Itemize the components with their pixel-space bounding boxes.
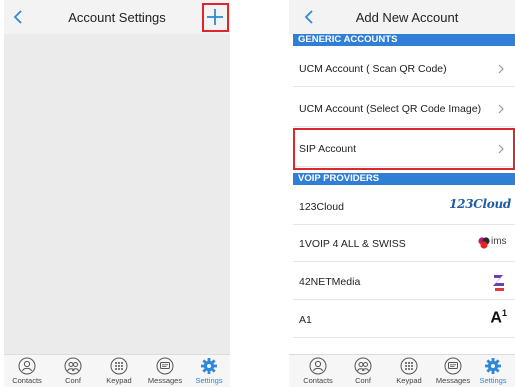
tab-label: Settings: [479, 376, 507, 385]
list-item-provider-a1[interactable]: A1 A1: [293, 302, 515, 338]
tab-settings[interactable]: Settings: [471, 357, 515, 387]
tab-messages[interactable]: Messages: [143, 357, 187, 387]
tab-messages[interactable]: Messages: [431, 357, 475, 387]
section-header-generic-accounts: GENERIC ACCOUNTS: [293, 34, 515, 46]
header: Add New Account: [289, 0, 515, 34]
keypad-icon: [110, 357, 128, 375]
page-title: Add New Account: [355, 10, 459, 25]
42netmedia-logo: [493, 275, 504, 291]
highlight-box: [293, 128, 515, 170]
highlight-box: [202, 3, 229, 32]
tab-contacts[interactable]: Contacts: [5, 357, 49, 387]
chevron-right-icon: [498, 104, 504, 114]
ims-logo: ims: [477, 235, 511, 257]
ims-mark-icon: [478, 237, 490, 249]
section-header-voip-providers: VOIP PROVIDERS: [293, 173, 515, 185]
tab-label: Messages: [435, 376, 471, 385]
conference-icon: [64, 357, 82, 375]
messages-icon: [444, 357, 462, 375]
tab-contacts[interactable]: Contacts: [296, 357, 340, 387]
tab-label: Contacts: [12, 376, 42, 385]
contacts-icon: [18, 357, 36, 375]
tab-bar: Contacts Conf Keypad Messages Settings: [4, 354, 230, 387]
tab-keypad[interactable]: Keypad: [97, 357, 141, 387]
keypad-icon: [400, 357, 418, 375]
gear-icon: [201, 358, 217, 374]
list-item-label: A1: [299, 314, 312, 326]
tab-label: Conf: [355, 376, 371, 385]
123cloud-logo: 123Cloud: [449, 197, 511, 211]
add-new-account-screen: Add New Account GENERIC ACCOUNTS UCM Acc…: [289, 0, 515, 387]
header: Account Settings: [4, 0, 230, 34]
a1-logo: A1: [490, 308, 507, 330]
list-item-ucm-scan-qr[interactable]: UCM Account ( Scan QR Code): [293, 51, 515, 87]
list-item-provider-123cloud[interactable]: 123Cloud 123Cloud: [293, 189, 515, 225]
tab-conf[interactable]: Conf: [341, 357, 385, 387]
list-item-label: UCM Account ( Scan QR Code): [299, 63, 447, 75]
chevron-right-icon: [498, 64, 504, 74]
list-item-ucm-select-qr-image[interactable]: UCM Account (Select QR Code Image): [293, 91, 515, 127]
ims-logo-text: ims: [491, 236, 507, 247]
list-item-label: UCM Account (Select QR Code Image): [299, 103, 482, 115]
messages-icon: [156, 357, 174, 375]
list-item-label: 123Cloud: [299, 201, 344, 213]
a1-logo-superscript: 1: [501, 308, 507, 318]
tab-label: Keypad: [396, 376, 422, 385]
tab-label: Keypad: [106, 376, 132, 385]
account-settings-screen: Account Settings Contacts Conf Keypad Me…: [4, 0, 230, 387]
tab-conf[interactable]: Conf: [51, 357, 95, 387]
tab-bar: Contacts Conf Keypad Messages Settings: [289, 354, 515, 387]
list-item-provider-42netmedia[interactable]: 42NETMedia: [293, 264, 515, 300]
tab-label: Conf: [65, 376, 81, 385]
list-item-label: 1VOIP 4 ALL & SWISS: [299, 238, 406, 250]
contacts-icon: [309, 357, 327, 375]
tab-label: Settings: [195, 376, 223, 385]
tab-settings[interactable]: Settings: [187, 357, 230, 387]
tab-label: Contacts: [303, 376, 333, 385]
page-title: Account Settings: [68, 10, 166, 25]
list-item-label: 42NETMedia: [299, 276, 361, 288]
tab-keypad[interactable]: Keypad: [387, 357, 431, 387]
tab-label: Messages: [147, 376, 183, 385]
gear-icon: [485, 358, 501, 374]
conference-icon: [354, 357, 372, 375]
list-item-provider-1voip[interactable]: 1VOIP 4 ALL & SWISS ims: [293, 226, 515, 262]
a1-logo-letter: A: [490, 309, 502, 327]
